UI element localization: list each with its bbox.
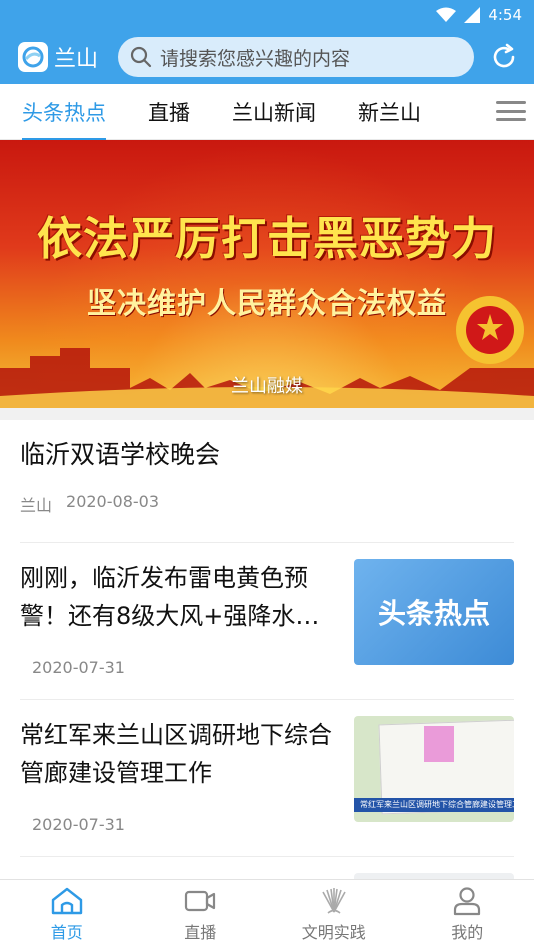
hero-banner[interactable]: 依法严厉打击黑恶势力 坚决维护人民群众合法权益 兰山融媒 [0, 140, 534, 408]
emblem-icon [322, 888, 346, 914]
nav-live[interactable]: 直播 [134, 880, 268, 949]
status-bar: 4:54 [0, 0, 534, 30]
menu-icon-bar [496, 118, 526, 121]
nav-label: 文明实践 [301, 923, 366, 942]
news-list: 临沂双语学校晚会 兰山 2020-08-03 刚刚，临沂发布雷电黄色预警！还有8… [0, 420, 534, 897]
user-icon [454, 887, 481, 916]
refresh-icon [493, 43, 515, 68]
banner-subtitle: 坚决维护人民群众合法权益 [86, 286, 447, 320]
news-text: 常红军来兰山区调研地下综合管廊建设管理工作 2020-07-31 [20, 716, 354, 834]
news-text: 刚刚，临沂发布雷电黄色预警！还有8级大风+强降水… 2020-07-31 [20, 559, 354, 677]
banner-watermark: 兰山融媒 [231, 376, 303, 397]
nav-civilization-practice[interactable]: 文明实践 [267, 880, 401, 949]
news-date: 2020-07-31 [32, 658, 125, 677]
logo-icon [18, 42, 48, 72]
thumbnail-text: 头条热点 [377, 597, 490, 630]
news-date: 2020-07-31 [32, 815, 125, 834]
channel-tabs: 头条热点 直播 兰山新闻 新兰山 [0, 84, 534, 141]
app-screen: 4:54 兰山 请搜索您感兴趣的内容 头条热点 直播 兰山新闻 新兰山 依法严厉… [0, 0, 534, 949]
nav-home[interactable]: 首页 [0, 880, 134, 949]
menu-icon-bar [496, 109, 526, 113]
video-camera-icon [185, 890, 216, 912]
bottom-navigation: 首页 直播 文明实践 我的 [0, 879, 534, 949]
nav-label: 我的 [451, 923, 484, 942]
news-thumbnail: 头条热点 [354, 559, 514, 665]
news-title: 常红军来兰山区调研地下综合管廊建设管理工作 [20, 721, 332, 787]
wifi-icon [436, 7, 457, 22]
nav-label: 直播 [184, 923, 217, 942]
menu-icon-bar [496, 101, 526, 104]
nav-mine[interactable]: 我的 [401, 880, 534, 949]
thumbnail-caption: 常红军来兰山区调研地下综合管廊建设管理工作 [360, 800, 514, 809]
news-meta: 兰山 2020-08-03 [20, 492, 514, 516]
banner-title: 依法严厉打击黑恶势力 [36, 212, 497, 265]
app-name: 兰山 [54, 47, 99, 72]
thumbnail-caption-strip: 常红军来兰山区调研地下综合管廊建设管理工作 [354, 798, 514, 812]
top-app-bar: 兰山 请搜索您感兴趣的内容 [0, 30, 534, 84]
refresh-button[interactable] [488, 41, 520, 73]
channel-menu-button[interactable] [496, 98, 526, 124]
home-icon [51, 887, 82, 915]
tab-new-lanshan[interactable]: 新兰山 [316, 84, 421, 140]
list-item[interactable]: 临沂双语学校晚会 兰山 2020-08-03 [20, 420, 514, 543]
list-item[interactable]: 刚刚，临沂发布雷电黄色预警！还有8级大风+强降水… 2020-07-31 头条热… [20, 543, 514, 700]
status-time: 4:54 [488, 6, 522, 24]
tab-lanshan-news[interactable]: 兰山新闻 [190, 84, 316, 140]
tab-headlines[interactable]: 头条热点 [0, 84, 106, 141]
news-title: 临沂双语学校晚会 [20, 440, 221, 469]
news-source: 兰山 [20, 496, 53, 515]
signal-icon [464, 7, 481, 23]
list-item[interactable]: 常红军来兰山区调研地下综合管廊建设管理工作 2020-07-31 常红军来兰山区… [20, 700, 514, 857]
news-thumbnail: 常红军来兰山区调研地下综合管廊建设管理工作 [354, 716, 514, 822]
tab-live[interactable]: 直播 [106, 84, 190, 140]
search-placeholder: 请搜索您感兴趣的内容 [160, 47, 351, 70]
app-logo[interactable]: 兰山 [18, 41, 98, 73]
news-date: 2020-08-03 [66, 492, 159, 511]
news-title: 刚刚，临沂发布雷电黄色预警！还有8级大风+强降水… [20, 564, 320, 630]
section-divider [0, 408, 534, 420]
nav-label: 首页 [50, 923, 83, 942]
thumbnail-highlight-graphic [424, 726, 454, 762]
search-bar[interactable]: 请搜索您感兴趣的内容 [118, 37, 474, 77]
search-icon [130, 46, 152, 68]
